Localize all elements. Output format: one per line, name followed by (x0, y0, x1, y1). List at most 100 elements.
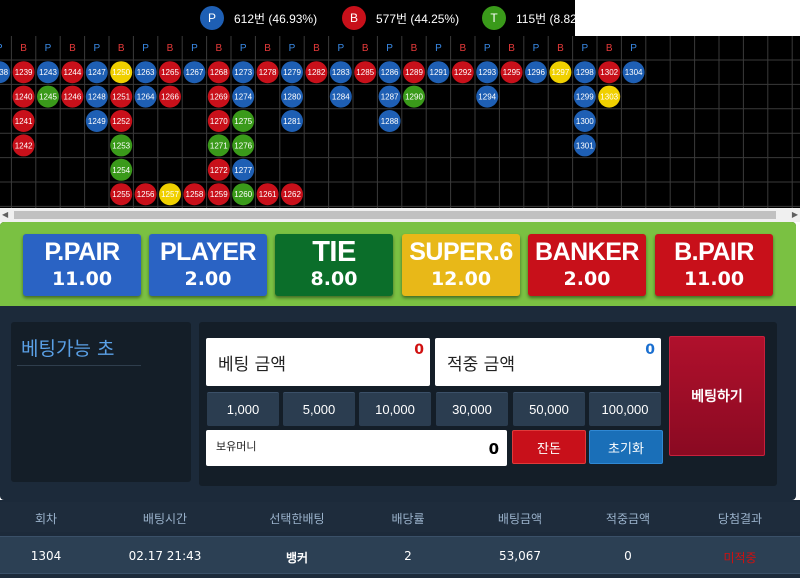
road-bead: 1255 (110, 183, 133, 206)
scroll-right-arrow-icon[interactable]: ▶ (788, 210, 798, 220)
road-bead: 1302 (598, 61, 621, 84)
road-bead: 1294 (476, 85, 499, 108)
road-bead: 1283 (329, 61, 352, 84)
app-root: P 612번 (46.93%) B 577번 (44.25%) T 115번 (… (0, 0, 800, 578)
road-bead: 1239 (12, 61, 35, 84)
road-header-letter: B (508, 43, 515, 54)
road-header-letter: B (557, 43, 564, 54)
road-bead-number: 1248 (88, 93, 106, 102)
road-grid[interactable]: P B P B P B P B P B P B P B P B P B P B P B P B P B P 1238 1239 1240 1… (0, 36, 800, 208)
table-row[interactable]: 1304 02.17 21:43 뱅커 2 53,067 0 미적중 (0, 536, 800, 574)
road-bead-number: 1298 (576, 68, 594, 77)
bet-name: B.PAIR (674, 238, 754, 266)
road-header-letter: P (581, 43, 588, 54)
amount-50000-button[interactable]: 50,000 (513, 392, 585, 426)
road-bead: 1292 (451, 61, 474, 84)
timer-divider (17, 365, 141, 366)
road-bead-number: 1256 (137, 190, 155, 199)
bet-name: PLAYER (159, 238, 257, 266)
win-amount-value: 0 (645, 342, 655, 358)
amount-30000-button[interactable]: 30,000 (436, 392, 508, 426)
amount-5000-button[interactable]: 5,000 (283, 392, 355, 426)
road-bead-number: 1255 (112, 190, 130, 199)
stat-banker: B 577번 (44.25%) (342, 5, 459, 31)
road-bead: 1257 (159, 183, 181, 206)
road-bead: 1297 (549, 61, 572, 84)
bet-amount-field[interactable]: 베팅 금액 0 (206, 338, 430, 386)
bet-tie-button[interactable]: TIE 8.00 (275, 234, 393, 296)
road-bead: 1269 (207, 85, 230, 108)
road-bead-number: 1269 (210, 93, 228, 102)
road-bead-number: 1294 (478, 93, 496, 102)
road-bead-number: 1263 (137, 68, 155, 77)
road-bead: 1244 (61, 61, 84, 84)
road-bead-number: 1245 (39, 93, 57, 102)
road-bead-number: 1300 (576, 117, 594, 126)
road-bead: 1278 (256, 61, 279, 84)
history-col-time: 배팅시간 (142, 512, 188, 526)
road-bead: 1272 (207, 158, 230, 181)
road-bead-number: 1282 (308, 68, 326, 77)
amount-100000-button[interactable]: 100,000 (589, 392, 661, 426)
road-bead-number: 1266 (161, 93, 179, 102)
bet-super6-button[interactable]: SUPER.6 12.00 (402, 234, 520, 296)
road-bead-number: 1297 (552, 68, 570, 77)
scroll-thumb[interactable] (14, 211, 776, 219)
road-bead: 1290 (403, 85, 425, 108)
road-bead: 1304 (622, 61, 645, 84)
road-bead-number: 1247 (88, 68, 106, 77)
bet-banker-button[interactable]: BANKER 2.00 (528, 234, 646, 296)
road-bead: 1298 (573, 61, 596, 84)
road-bead-number: 1295 (503, 68, 521, 77)
money-label: 보유머니 (216, 440, 257, 453)
stat-player-text: 612번 (46.93%) (234, 11, 318, 26)
amount-1000-button[interactable]: 1,000 (207, 392, 279, 426)
change-button[interactable]: 잔돈 (512, 430, 586, 464)
road-bead: 1296 (525, 61, 547, 84)
bet-name: SUPER.6 (409, 238, 513, 266)
bet-player-button[interactable]: PLAYER 2.00 (149, 234, 267, 296)
road-bead-number: 1260 (234, 190, 252, 199)
road-header-letter: P (630, 43, 637, 54)
road-scrollbar[interactable]: ◀ ▶ (0, 208, 800, 222)
money-value: 0 (488, 440, 499, 458)
road-bead-number: 1302 (600, 68, 618, 77)
bet-name: TIE (312, 236, 356, 268)
history-col-round: 회차 (34, 512, 58, 526)
road-bead: 1284 (329, 85, 352, 108)
stat-tie-text: 115번 (8.82%) (516, 11, 592, 26)
road-bead-number: 1291 (430, 68, 448, 77)
road-bead: 1288 (378, 110, 401, 132)
road-bead: 1281 (281, 110, 303, 132)
road-bead-number: 1242 (15, 141, 33, 150)
road-bead-number: 1279 (283, 68, 301, 77)
bet-odds: 2.00 (184, 268, 232, 290)
road-bead: 1264 (134, 85, 157, 108)
history-col-choice: 선택한배팅 (269, 512, 325, 526)
road-bead: 1251 (110, 85, 133, 108)
road-bead: 1258 (183, 183, 206, 206)
road-bead: 1271 (207, 134, 230, 157)
road-bead: 1266 (159, 85, 181, 108)
bet-name: P.PAIR (44, 238, 120, 266)
road-header-letter: P (386, 43, 393, 54)
reset-button[interactable]: 초기화 (589, 430, 663, 464)
history-col-amount: 배팅금액 (497, 512, 543, 526)
bet-ppair-button[interactable]: P.PAIR 11.00 (23, 234, 141, 296)
road-bead: 1267 (183, 61, 206, 84)
road-bead: 1260 (232, 183, 255, 206)
road-bead-number: 1257 (161, 190, 179, 199)
road-header-letter: B (606, 43, 613, 54)
place-bet-button[interactable]: 베팅하기 (669, 336, 765, 456)
road-bead: 1263 (134, 61, 157, 84)
road-bead-number: 1281 (283, 117, 301, 126)
road-header-letter: P (45, 43, 52, 54)
bet-bpair-button[interactable]: B.PAIR 11.00 (655, 234, 773, 296)
road-bead: 1285 (354, 61, 377, 84)
road-bead: 1241 (12, 110, 35, 132)
amount-10000-button[interactable]: 10,000 (359, 392, 431, 426)
scroll-left-arrow-icon[interactable]: ◀ (2, 210, 12, 220)
road-bead-number: 1304 (625, 68, 643, 77)
road-header-letter: P (337, 43, 344, 54)
history-win: 0 (624, 549, 632, 563)
